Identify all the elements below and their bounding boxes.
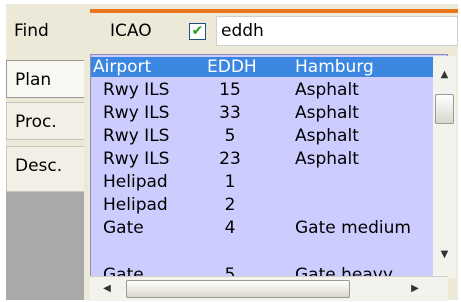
scroll-up-icon[interactable]: ▲ (433, 66, 456, 84)
row-id: 33 (219, 103, 241, 123)
list-row[interactable]: Rwy ILS 5 Asphalt (91, 126, 435, 146)
tab-find[interactable]: Find (6, 12, 84, 50)
row-id: 5 (224, 126, 236, 146)
row-type: Airport (93, 57, 152, 77)
row-detail: Asphalt (295, 80, 359, 100)
search-input[interactable] (217, 17, 457, 45)
row-type: Rwy ILS (103, 126, 170, 146)
tab-desc[interactable]: Desc. (6, 146, 84, 192)
row-detail: Gate medium (295, 218, 411, 238)
row-name: Hamburg (295, 57, 374, 77)
list-row[interactable]: Rwy ILS 15 Asphalt (91, 80, 435, 100)
row-id: 1 (224, 172, 236, 192)
tab-strip-filler (6, 192, 84, 300)
row-type: Rwy ILS (103, 103, 170, 123)
row-type: Gate (103, 218, 144, 238)
scroll-left-icon[interactable]: ◀ (100, 277, 114, 301)
checkmark-icon: ✔ (191, 23, 204, 39)
list-row[interactable]: Rwy ILS 33 Asphalt (91, 103, 435, 123)
row-id: 2 (224, 195, 236, 215)
row-id: 23 (219, 149, 241, 169)
row-id: 15 (219, 80, 241, 100)
tab-plan[interactable]: Plan (6, 60, 84, 98)
icao-label: ICAO (110, 21, 152, 41)
list-row[interactable]: Rwy ILS 23 Asphalt (91, 149, 435, 169)
accent-line (90, 9, 458, 13)
row-detail: Asphalt (295, 103, 359, 123)
find-toolbar: ICAO ✔ (90, 14, 458, 50)
results-list[interactable]: Airport EDDH Hamburg Rwy ILS 15 Asphalt … (90, 54, 448, 300)
row-type: Helipad (103, 172, 168, 192)
row-type: Rwy ILS (103, 80, 170, 100)
tab-strip: Find Plan Proc. Desc. (6, 4, 84, 300)
icao-checkbox[interactable]: ✔ (189, 23, 206, 40)
tab-proc[interactable]: Proc. (6, 102, 84, 140)
row-detail: Asphalt (295, 126, 359, 146)
row-type: Rwy ILS (103, 149, 170, 169)
vertical-scrollbar[interactable]: ▲ ▼ (433, 56, 456, 278)
scroll-down-icon[interactable]: ▼ (433, 246, 456, 264)
scroll-right-icon[interactable]: ▶ (408, 277, 422, 301)
row-id: 4 (224, 218, 236, 238)
list-row-selected[interactable]: Airport EDDH Hamburg (91, 57, 435, 77)
list-row[interactable]: Gate 4 Gate medium (91, 218, 435, 238)
list-row[interactable]: Helipad 2 (91, 195, 435, 215)
search-field-wrapper (216, 16, 458, 46)
vertical-scroll-thumb[interactable] (435, 94, 454, 124)
row-detail: Asphalt (295, 149, 359, 169)
row-type: Helipad (103, 195, 168, 215)
side-panel: Find Plan Proc. Desc. ICAO ✔ Airport EDD… (6, 4, 458, 301)
row-code: EDDH (207, 57, 257, 77)
horizontal-scroll-thumb[interactable] (126, 280, 350, 298)
list-row[interactable]: Helipad 1 (91, 172, 435, 192)
horizontal-scrollbar[interactable]: ◀ ▶ (90, 276, 448, 301)
